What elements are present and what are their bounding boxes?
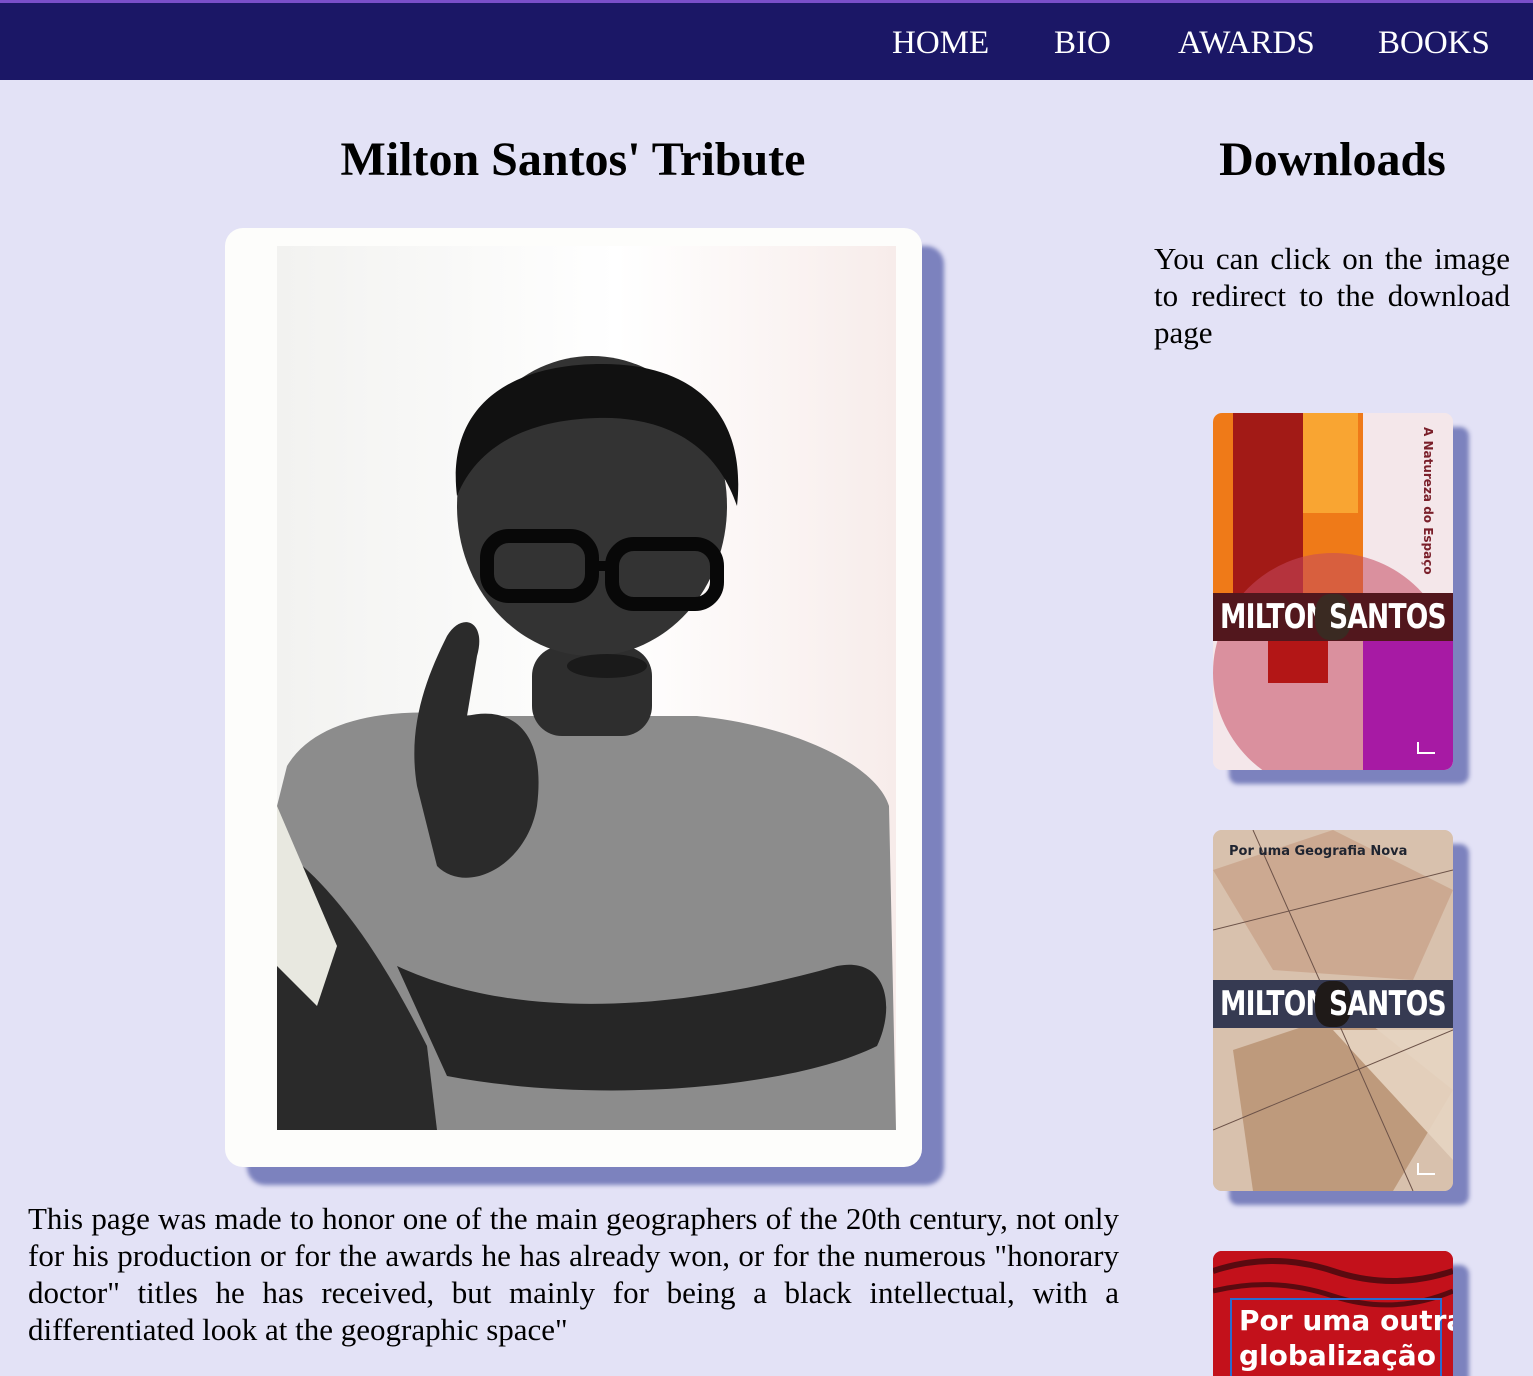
book-subtitle: A Natureza do Espaço: [1421, 427, 1435, 575]
downloads-instructions: You can click on the image to redirect t…: [1154, 241, 1510, 350]
portrait-photo-frame: [225, 228, 922, 1167]
portrait-illustration: [277, 356, 896, 1130]
book-author-band: MILTON SANTOS: [1213, 593, 1453, 641]
nav-awards[interactable]: AWARDS: [1178, 23, 1315, 63]
nav-books[interactable]: BOOKS: [1378, 23, 1490, 63]
book-title-line2: globalização: [1239, 1339, 1436, 1372]
portrait-photo: [277, 246, 896, 1130]
book-cover-natureza-do-espaco[interactable]: A Natureza do Espaço MILTON SANTOS: [1213, 413, 1453, 770]
page-title: Milton Santos' Tribute: [340, 133, 806, 186]
top-navbar: HOME BIO AWARDS BOOKS: [0, 3, 1533, 80]
book-author-last: SANTOS: [1329, 597, 1447, 637]
nav-bio[interactable]: BIO: [1054, 23, 1111, 63]
publisher-logo-icon: [1417, 1163, 1435, 1175]
book-cover-geografia-nova[interactable]: Por uma Geografia Nova MILTON SANTOS: [1213, 830, 1453, 1191]
book-title-line1: Por uma outra: [1239, 1304, 1453, 1337]
downloads-title: Downloads: [1219, 133, 1446, 186]
book-subtitle: Por uma Geografia Nova: [1229, 844, 1408, 859]
book-cover-outra-globalizacao[interactable]: Por uma outra globalização: [1213, 1251, 1453, 1376]
tribute-description: This page was made to honor one of the m…: [28, 1201, 1119, 1347]
nav-home[interactable]: HOME: [892, 23, 989, 63]
book-author-band: MILTON SANTOS: [1213, 980, 1453, 1028]
book-author-last: SANTOS: [1329, 984, 1447, 1024]
publisher-logo-icon: [1417, 742, 1435, 754]
book-author-first: MILTON: [1220, 984, 1328, 1024]
book-author-first: MILTON: [1220, 597, 1328, 637]
